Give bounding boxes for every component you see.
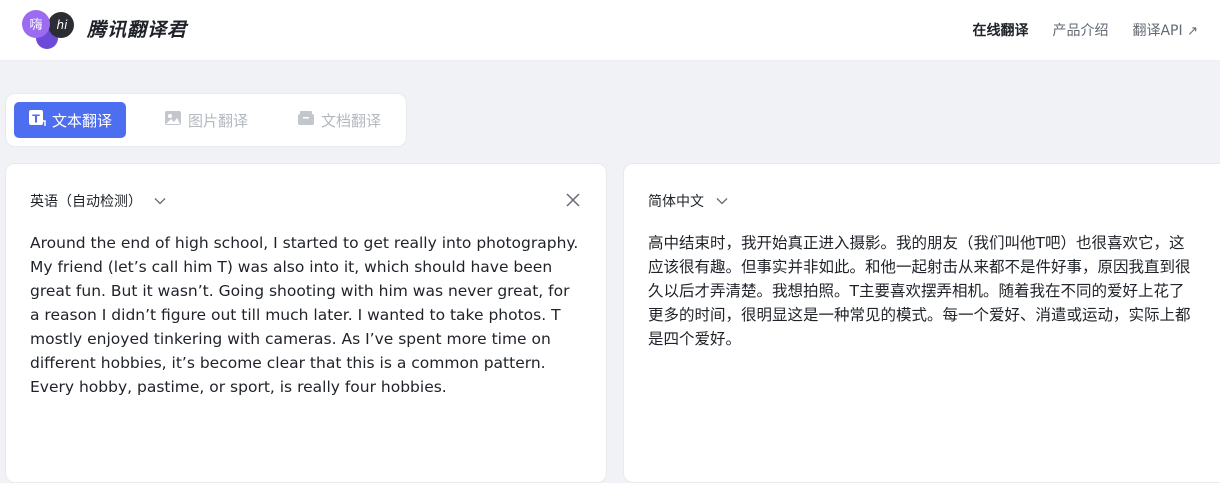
image-icon xyxy=(164,110,182,130)
nav-online-translate[interactable]: 在线翻译 xyxy=(972,20,1028,40)
nav-translate-api-label: 翻译API xyxy=(1132,23,1183,39)
text-translate-icon: T xyxy=(28,109,46,131)
top-nav: 在线翻译 产品介绍 翻译API ↗ xyxy=(972,20,1198,40)
source-text-input[interactable]: Around the end of high school, I started… xyxy=(30,231,582,399)
tab-image-translate[interactable]: 图片翻译 xyxy=(150,102,262,138)
tab-text-translate-label: 文本翻译 xyxy=(52,111,113,130)
clear-text-button[interactable] xyxy=(564,191,582,209)
source-language-selector[interactable]: 英语（自动检测） xyxy=(30,191,166,211)
tab-image-translate-label: 图片翻译 xyxy=(188,111,249,130)
source-panel: 英语（自动检测） Around the end of high school, … xyxy=(5,163,607,483)
logo-right-glyph: hi xyxy=(57,18,69,32)
app-logo[interactable]: 嗨 hi xyxy=(21,9,77,51)
target-language-label: 简体中文 xyxy=(648,194,704,210)
source-language-label: 英语（自动检测） xyxy=(30,194,142,210)
svg-text:T: T xyxy=(32,113,40,126)
target-language-selector[interactable]: 简体中文 xyxy=(648,191,728,211)
chevron-down-icon xyxy=(716,193,728,209)
translation-output: 高中结束时，我开始真正进入摄影。我的朋友（我们叫他T吧）也很喜欢它，这应该很有趣… xyxy=(648,234,1191,348)
chevron-down-icon xyxy=(154,193,166,209)
tab-document-translate[interactable]: 文档翻译 xyxy=(283,102,395,138)
brand-name: 腾讯翻译君 xyxy=(87,19,188,41)
target-panel: 简体中文 高中结束时，我开始真正进入摄影。我的朋友（我们叫他T吧）也很喜欢它，这… xyxy=(623,163,1220,483)
document-icon xyxy=(297,110,315,130)
nav-product-intro[interactable]: 产品介绍 xyxy=(1052,20,1108,40)
close-icon xyxy=(566,193,580,207)
tab-text-translate[interactable]: T 文本翻译 xyxy=(14,102,127,138)
external-arrow-icon: ↗ xyxy=(1187,24,1198,39)
logo-left-glyph: 嗨 xyxy=(29,18,42,33)
translate-mode-tabs: T 文本翻译 图片翻译 文档翻译 xyxy=(5,93,407,147)
top-header: 嗨 hi 腾讯翻译君 在线翻译 产品介绍 翻译API ↗ xyxy=(0,0,1220,61)
nav-translate-api[interactable]: 翻译API ↗ xyxy=(1132,20,1198,40)
tab-document-translate-label: 文档翻译 xyxy=(321,111,382,130)
